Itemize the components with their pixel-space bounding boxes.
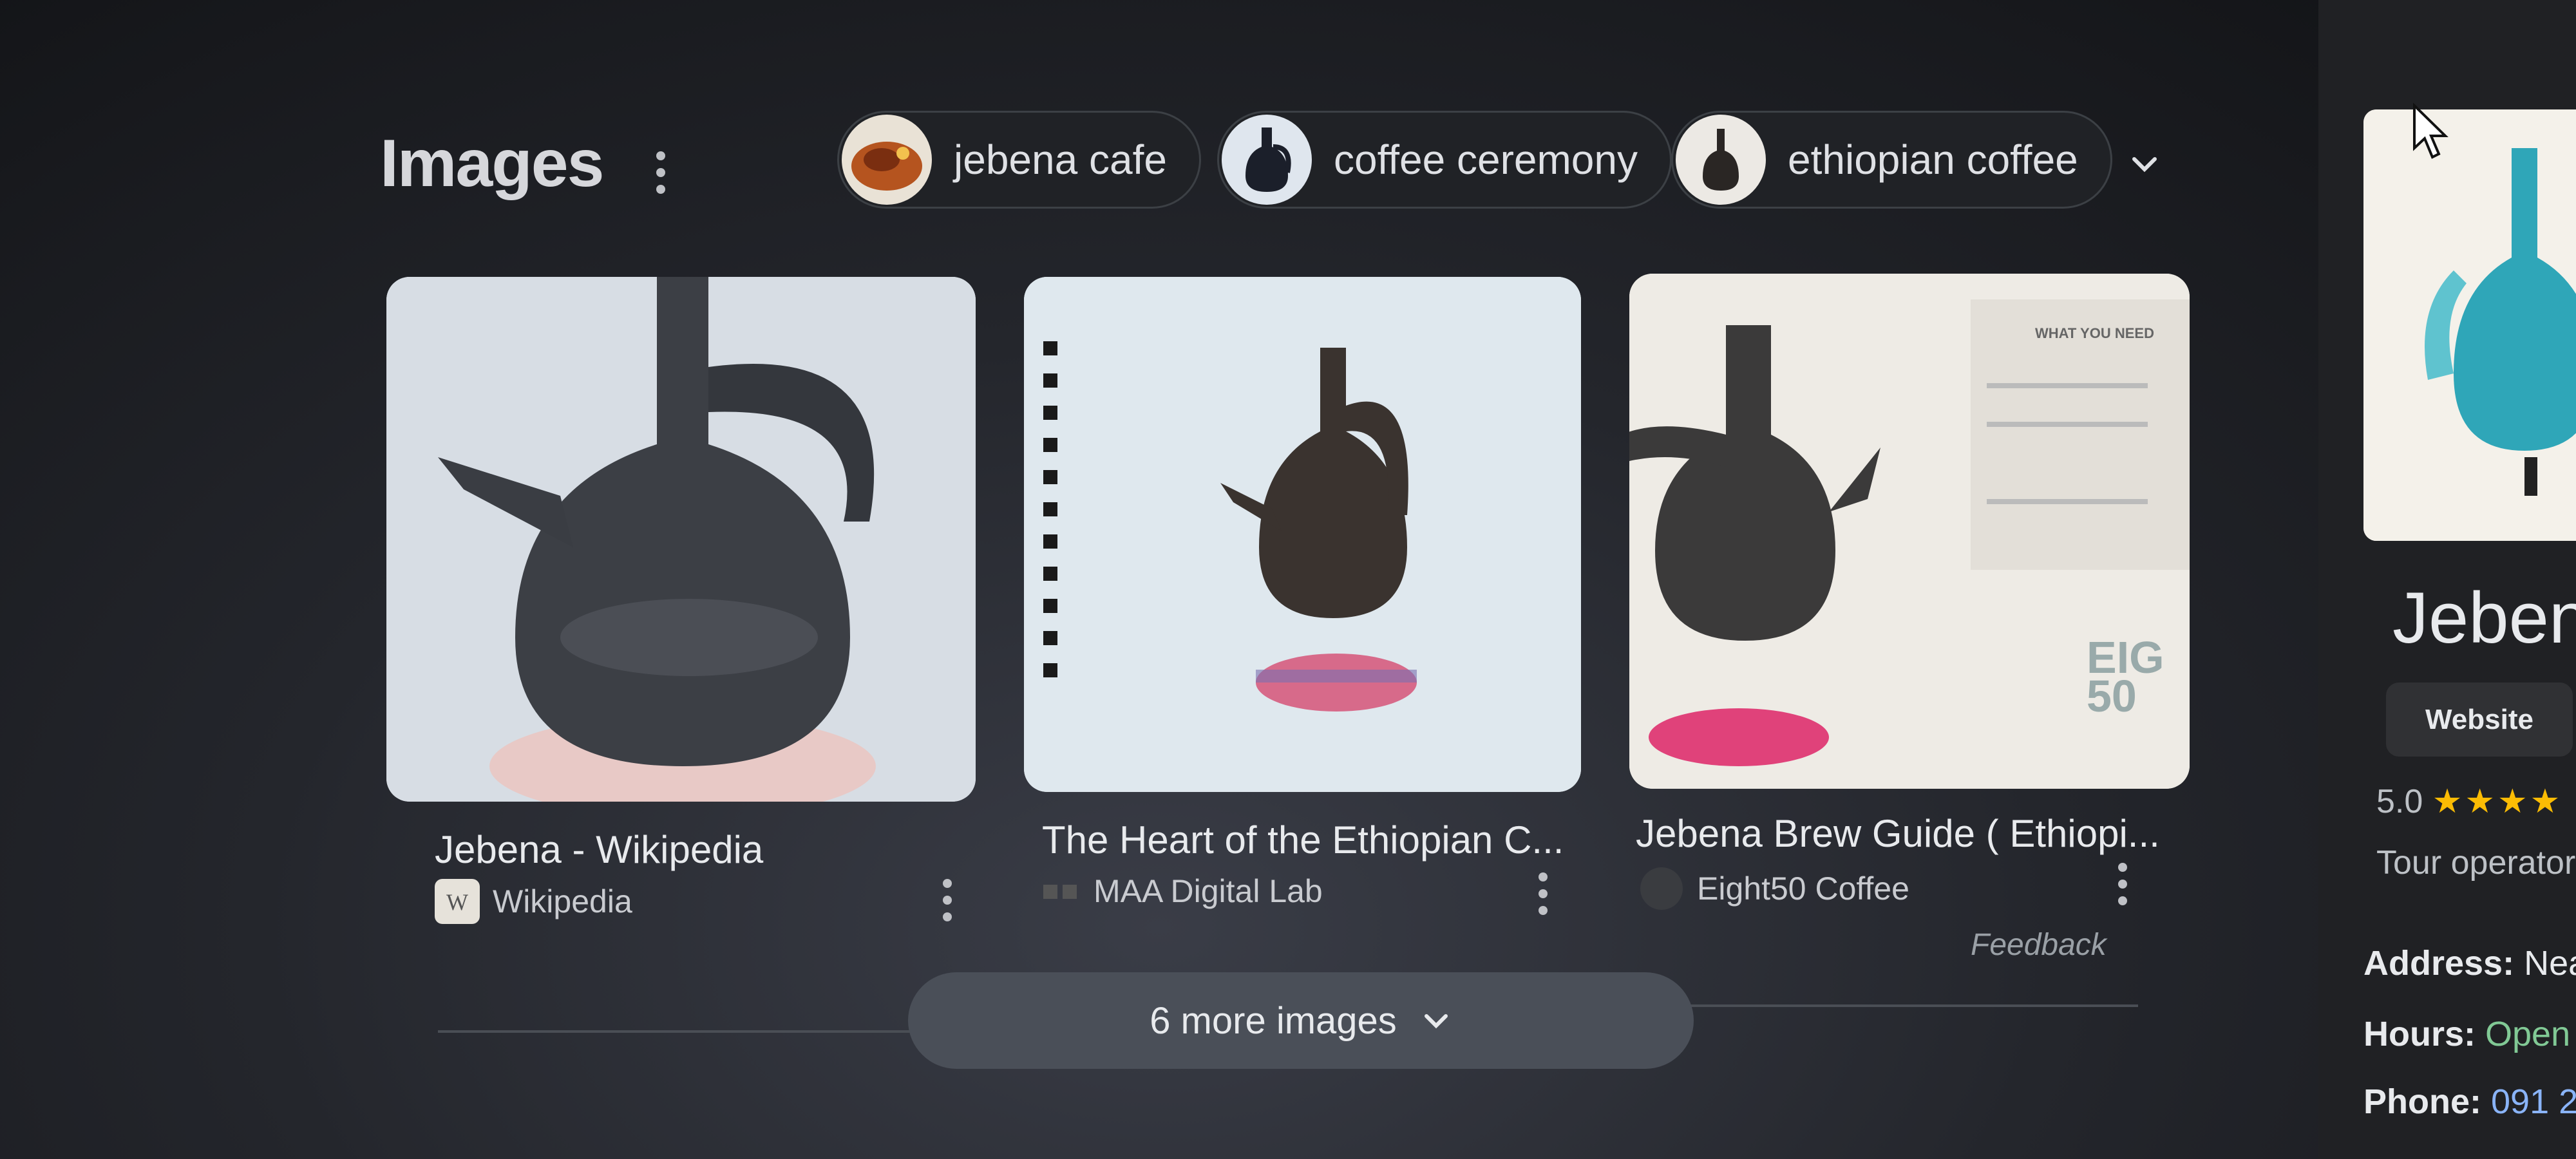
maa-favicon-icon bbox=[1043, 885, 1077, 899]
phone-label: Phone: bbox=[2363, 1082, 2481, 1121]
result-options-icon[interactable] bbox=[940, 879, 954, 921]
star-rating-icon: ★★★★ bbox=[2432, 783, 2563, 820]
chevron-down-icon bbox=[1424, 1014, 1448, 1029]
hours-label: Hours: bbox=[2363, 1015, 2476, 1053]
phone-row: Phone: 091 26 bbox=[2363, 1082, 2576, 1122]
knowledge-panel-title: Jeben bbox=[2392, 578, 2576, 658]
business-category: Tour operator bbox=[2376, 844, 2576, 881]
chip-coffee-ceremony[interactable]: coffee ceremony bbox=[1217, 111, 1672, 209]
chip-label: ethiopian coffee bbox=[1788, 137, 2078, 183]
divider-left bbox=[438, 1030, 914, 1033]
result-options-icon[interactable] bbox=[2116, 863, 2130, 905]
phone-value[interactable]: 091 26 bbox=[2491, 1082, 2576, 1121]
result-source[interactable]: W Wikipedia bbox=[435, 879, 632, 924]
chip-ethiopian-coffee[interactable]: ethiopian coffee bbox=[1671, 111, 2112, 209]
ethiopian-coffee-thumbnail bbox=[1676, 115, 1766, 205]
mouse-cursor-icon bbox=[2413, 103, 2448, 159]
result-title[interactable]: The Heart of the Ethiopian C... bbox=[1042, 818, 1564, 862]
images-section-title: Images bbox=[380, 126, 604, 201]
website-button[interactable]: Website bbox=[2386, 683, 2573, 757]
more-images-button[interactable]: 6 more images bbox=[908, 972, 1694, 1069]
source-label: MAA Digital Lab bbox=[1094, 873, 1323, 909]
svg-text:W: W bbox=[446, 889, 468, 915]
feedback-link[interactable]: Feedback bbox=[1971, 927, 2107, 963]
result-title[interactable]: Jebena - Wikipedia bbox=[435, 827, 763, 872]
result-source[interactable]: MAA Digital Lab bbox=[1042, 872, 1323, 910]
chip-label: jebena cafe bbox=[954, 137, 1167, 183]
address-label: Address: bbox=[2363, 944, 2515, 983]
result-image-eight50-coffee[interactable]: WHAT YOU NEED EIG 50 bbox=[1629, 274, 2190, 789]
eight50-favicon-icon bbox=[1640, 867, 1683, 910]
chip-jebena-cafe[interactable]: jebena cafe bbox=[837, 111, 1201, 209]
result-image-jebena-wikipedia[interactable] bbox=[386, 277, 976, 802]
result-title[interactable]: Jebena Brew Guide ( Ethiopi... bbox=[1636, 811, 2160, 856]
rating-value: 5.0 bbox=[2376, 783, 2423, 820]
source-label: Wikipedia bbox=[493, 883, 632, 919]
result-source[interactable]: Eight50 Coffee bbox=[1639, 866, 1909, 911]
rating: 5.0 ★★★★ bbox=[2376, 782, 2562, 821]
hours-value[interactable]: Open · bbox=[2485, 1015, 2576, 1053]
wikipedia-favicon-icon: W bbox=[435, 879, 480, 924]
chevron-down-icon[interactable] bbox=[2125, 145, 2164, 184]
address-row: Address: Nea bbox=[2363, 943, 2576, 983]
divider-right bbox=[1687, 1004, 2138, 1007]
chip-label: coffee ceremony bbox=[1334, 137, 1638, 183]
svg-text:WHAT YOU NEED: WHAT YOU NEED bbox=[2035, 325, 2154, 341]
hours-row: Hours: Open · bbox=[2363, 1014, 2576, 1054]
coffee-ceremony-thumbnail bbox=[1222, 115, 1312, 205]
source-label: Eight50 Coffee bbox=[1697, 871, 1909, 907]
address-value: Nea bbox=[2524, 944, 2576, 983]
knowledge-panel-logo[interactable] bbox=[2363, 109, 2576, 541]
result-image-maa-digital-lab[interactable] bbox=[1024, 277, 1581, 792]
jebena-cafe-thumbnail bbox=[842, 115, 932, 205]
svg-text:50: 50 bbox=[2087, 671, 2137, 721]
more-options-icon[interactable] bbox=[654, 151, 668, 194]
more-images-label: 6 more images bbox=[1150, 999, 1397, 1042]
result-options-icon[interactable] bbox=[1536, 872, 1550, 915]
